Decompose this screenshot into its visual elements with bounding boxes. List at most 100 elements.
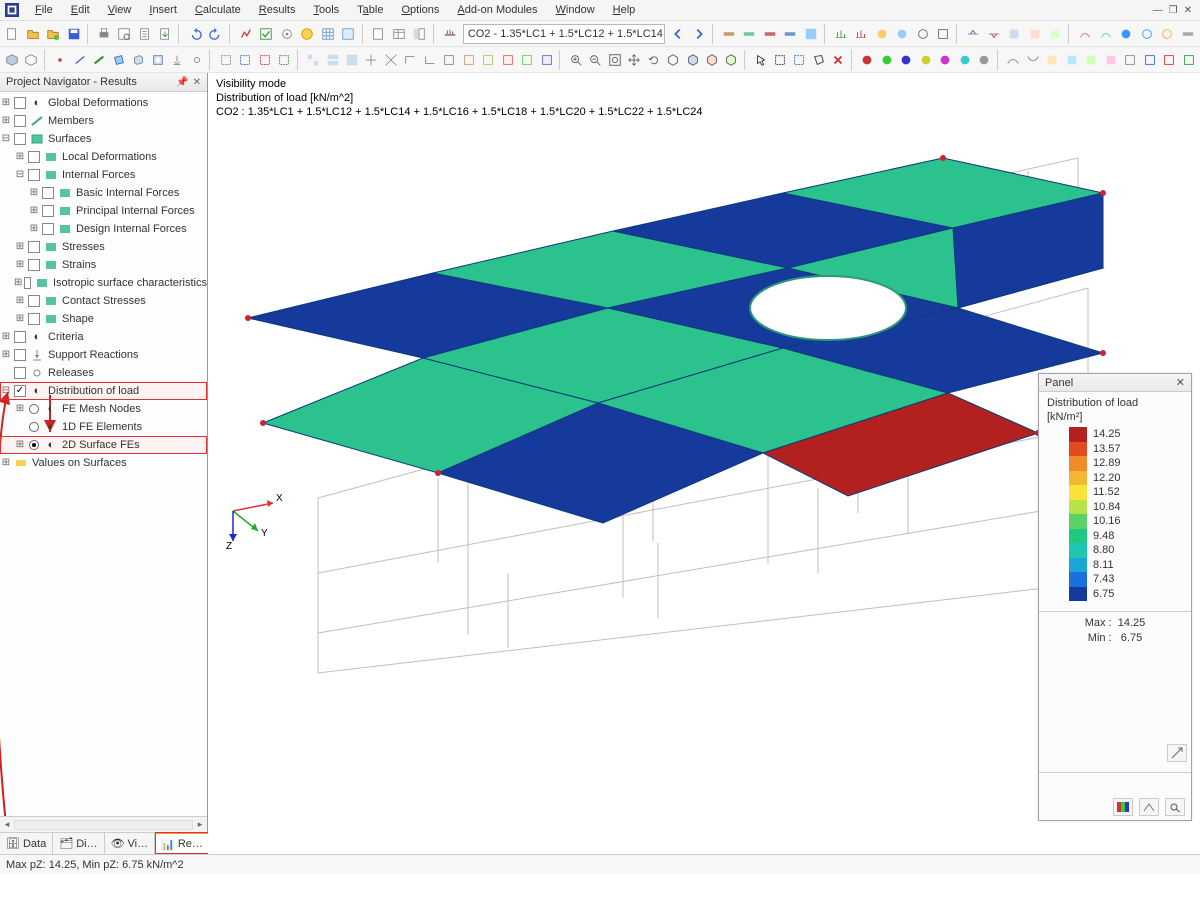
view-y-icon[interactable] xyxy=(703,50,720,70)
color4-icon[interactable] xyxy=(917,50,934,70)
tb2-sel4-icon[interactable] xyxy=(275,50,292,70)
color2-icon[interactable] xyxy=(878,50,895,70)
view-2-icon[interactable] xyxy=(740,24,758,44)
load-case-dropdown[interactable]: CO2 - 1.35*LC1 + 1.5*LC12 + 1.5*LC14 ▼ xyxy=(463,24,665,44)
scroll-left-icon[interactable]: ◂ xyxy=(0,819,14,830)
tb2-m10-icon[interactable] xyxy=(480,50,497,70)
tb2-2-icon[interactable] xyxy=(22,50,39,70)
tb2-e8-icon[interactable] xyxy=(1141,50,1158,70)
tb2-m3-icon[interactable] xyxy=(343,50,360,70)
menu-options[interactable]: Options xyxy=(392,2,448,18)
calc-icon[interactable] xyxy=(237,24,255,44)
zoom-fit-icon[interactable] xyxy=(606,50,623,70)
panel-header[interactable]: Panel ✕ xyxy=(1039,374,1191,392)
window-restore-icon[interactable]: ❐ xyxy=(1169,5,1178,16)
report-icon[interactable] xyxy=(135,24,153,44)
close-panel-icon[interactable]: ✕ xyxy=(193,77,201,88)
tb2-sel3-icon[interactable] xyxy=(256,50,273,70)
open2-icon[interactable] xyxy=(44,24,62,44)
tb2-e5-icon[interactable] xyxy=(1082,50,1099,70)
select-cross-icon[interactable] xyxy=(791,50,808,70)
tb2-m1-icon[interactable] xyxy=(304,50,321,70)
menu-calculate[interactable]: Calculate xyxy=(186,2,250,18)
calc-all-icon[interactable] xyxy=(257,24,275,44)
tree-isotropic[interactable]: ⊞ Isotropic surface characteristics xyxy=(0,274,207,292)
tb2-e3-icon[interactable] xyxy=(1043,50,1060,70)
view-z-icon[interactable] xyxy=(723,50,740,70)
tree-internal-forces[interactable]: ⊟ Internal Forces xyxy=(0,166,207,184)
color3-icon[interactable] xyxy=(898,50,915,70)
surface-icon[interactable] xyxy=(110,50,127,70)
menu-insert[interactable]: Insert xyxy=(140,2,186,18)
view-16-icon[interactable] xyxy=(1046,24,1064,44)
prev-loadcase-icon[interactable] xyxy=(669,24,687,44)
tables-icon[interactable] xyxy=(390,24,408,44)
view-3-icon[interactable] xyxy=(760,24,778,44)
tb2-e10-icon[interactable] xyxy=(1180,50,1197,70)
tb2-sel2-icon[interactable] xyxy=(236,50,253,70)
panel-btn-scale[interactable] xyxy=(1139,798,1159,816)
tab-display[interactable]: 🗂Di… xyxy=(53,833,104,854)
menu-view[interactable]: View xyxy=(99,2,141,18)
zoom-in-icon[interactable] xyxy=(567,50,584,70)
view-6-icon[interactable] xyxy=(832,24,850,44)
view-5-icon[interactable] xyxy=(801,24,819,44)
select-arrow-icon[interactable] xyxy=(752,50,769,70)
menu-file[interactable]: File xyxy=(26,2,62,18)
select-poly-icon[interactable] xyxy=(810,50,827,70)
panel-close-icon[interactable]: ✕ xyxy=(1176,376,1185,389)
new-icon[interactable] xyxy=(3,24,21,44)
view-x-icon[interactable] xyxy=(684,50,701,70)
view-1-icon[interactable] xyxy=(720,24,738,44)
fe-mesh-icon[interactable] xyxy=(339,24,357,44)
tree-stresses[interactable]: ⊞ Stresses xyxy=(0,238,207,256)
tab-results[interactable]: 📊Re… xyxy=(155,832,210,854)
view-7-icon[interactable] xyxy=(852,24,870,44)
tree-design-internal[interactable]: ⊞ Design Internal Forces xyxy=(0,220,207,238)
window-minimize-icon[interactable]: — xyxy=(1153,5,1163,16)
view-19-icon[interactable] xyxy=(1117,24,1135,44)
undo-icon[interactable] xyxy=(186,24,204,44)
menu-results[interactable]: Results xyxy=(250,2,305,18)
tree-2d-surface-fes[interactable]: ⊞◐ 2D Surface FEs xyxy=(0,436,207,454)
menu-addon[interactable]: Add-on Modules xyxy=(448,2,546,18)
view-22-icon[interactable] xyxy=(1178,24,1196,44)
zoom-out-icon[interactable] xyxy=(586,50,603,70)
support-icon[interactable] xyxy=(168,50,185,70)
optimize-icon[interactable] xyxy=(298,24,316,44)
tree-contact-stresses[interactable]: ⊞ Contact Stresses xyxy=(0,292,207,310)
menu-tools[interactable]: Tools xyxy=(304,2,348,18)
tree-values-on-surfaces[interactable]: ⊞ Values on Surfaces xyxy=(0,454,207,472)
open-icon[interactable] xyxy=(23,24,41,44)
color6-icon[interactable] xyxy=(956,50,973,70)
view-13-icon[interactable] xyxy=(984,24,1002,44)
tree-fe-mesh-nodes[interactable]: ⊞◐ FE Mesh Nodes xyxy=(0,400,207,418)
tb2-e2-icon[interactable] xyxy=(1024,50,1041,70)
redo-icon[interactable] xyxy=(207,24,225,44)
view-8-icon[interactable] xyxy=(872,24,890,44)
tb2-m5-icon[interactable] xyxy=(382,50,399,70)
tree-releases[interactable]: · Releases xyxy=(0,364,207,382)
tree-distribution-of-load[interactable]: ⊟◐ Distribution of load xyxy=(0,382,207,400)
tb2-m6-icon[interactable] xyxy=(402,50,419,70)
pin-icon[interactable]: 📌 xyxy=(176,77,188,88)
view-11-icon[interactable] xyxy=(934,24,952,44)
tb2-m11-icon[interactable] xyxy=(499,50,516,70)
view-12-icon[interactable] xyxy=(964,24,982,44)
tb2-e6-icon[interactable] xyxy=(1102,50,1119,70)
tree-support-reactions[interactable]: ⊞ Support Reactions xyxy=(0,346,207,364)
view-14-icon[interactable] xyxy=(1005,24,1023,44)
node-icon[interactable] xyxy=(52,50,69,70)
results-nav-icon[interactable] xyxy=(410,24,428,44)
next-loadcase-icon[interactable] xyxy=(689,24,707,44)
tb2-1-icon[interactable] xyxy=(3,50,20,70)
tb2-e4-icon[interactable] xyxy=(1063,50,1080,70)
tab-data[interactable]: 🗄Data xyxy=(0,833,53,854)
results-tree[interactable]: ⊞◐ Global Deformations ⊞ Members ⊟ Surfa… xyxy=(0,92,207,816)
tb2-e1-icon[interactable] xyxy=(1005,50,1022,70)
mesh-icon[interactable] xyxy=(319,24,337,44)
view-15-icon[interactable] xyxy=(1025,24,1043,44)
hinge-icon[interactable] xyxy=(188,50,205,70)
tree-1d-fe-elements[interactable]: ·◐ 1D FE Elements xyxy=(0,418,207,436)
tb2-e9-icon[interactable] xyxy=(1160,50,1177,70)
